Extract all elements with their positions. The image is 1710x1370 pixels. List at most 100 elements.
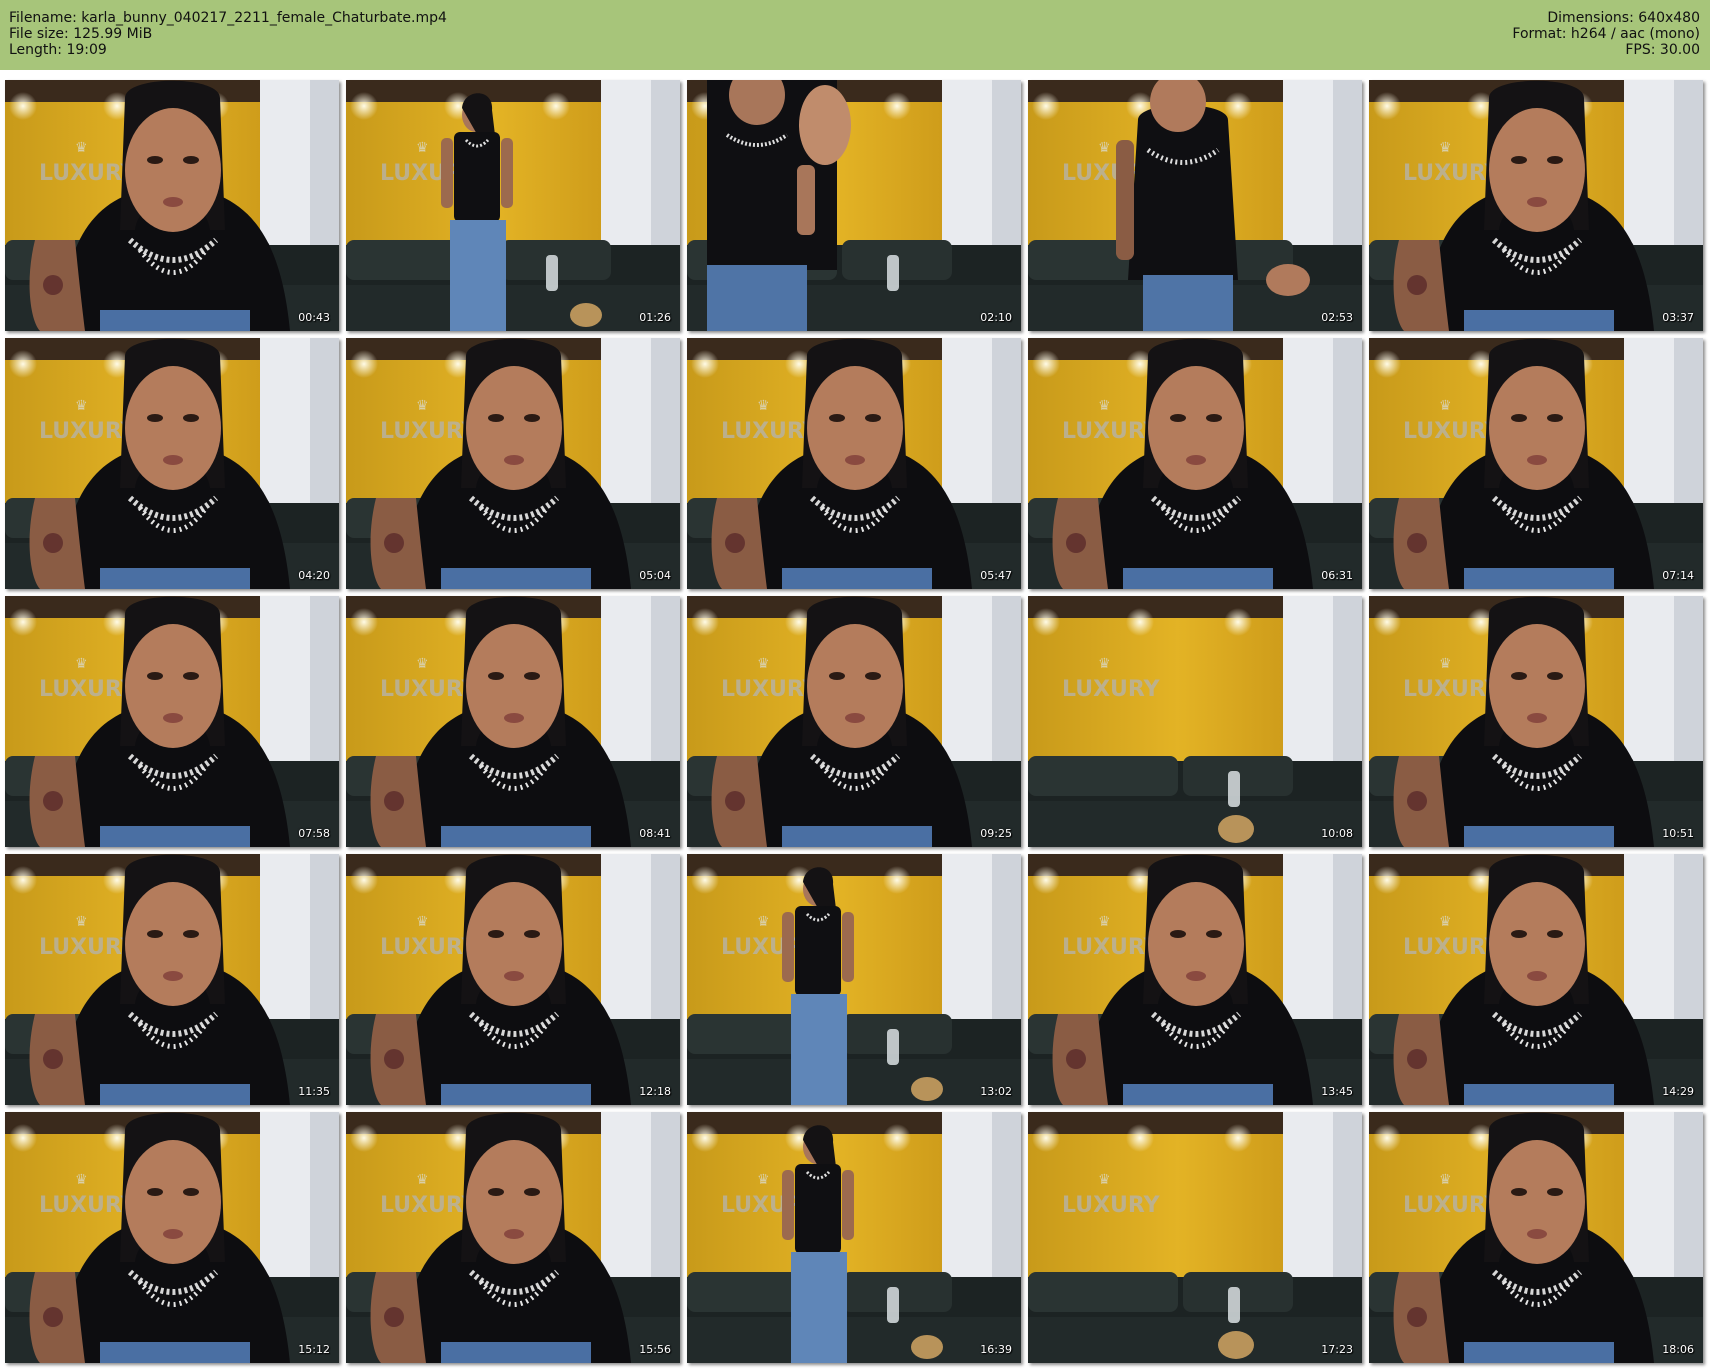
video-frame-image: LUXURY♛: [1028, 80, 1362, 331]
svg-text:♛: ♛: [416, 1172, 429, 1188]
timestamp-label: 02:10: [980, 311, 1012, 324]
timestamp-label: 17:23: [1321, 1343, 1353, 1356]
timestamp-label: 04:20: [298, 569, 330, 582]
video-frame-image: LUXURY♛: [346, 338, 680, 589]
video-thumbnail: LUXURY ♛ 13:45: [1028, 854, 1362, 1105]
video-thumbnail: LUXURY ♛ 14:29: [1369, 854, 1703, 1105]
timestamp-label: 01:26: [639, 311, 671, 324]
svg-text:♛: ♛: [1439, 914, 1452, 930]
video-frame-image: LUXURY♛: [1028, 854, 1362, 1105]
info-header: Filename: karla_bunny_040217_2211_female…: [0, 0, 1710, 70]
video-thumbnail: LUXURY ♛ 10:51: [1369, 596, 1703, 847]
video-frame-image: LUXURY♛: [1369, 80, 1703, 331]
video-thumbnail: LUXURY ♛ 08:41: [346, 596, 680, 847]
timestamp-label: 02:53: [1321, 311, 1353, 324]
svg-text:♛: ♛: [1098, 140, 1111, 156]
video-thumbnail: LUXURY ♛ 05:47: [687, 338, 1021, 589]
length-label: Length: 19:09: [9, 42, 107, 58]
svg-text:♛: ♛: [1098, 656, 1111, 672]
video-frame-image: LUXURY♛: [5, 1112, 339, 1363]
svg-text:♛: ♛: [757, 656, 770, 672]
timestamp-label: 16:39: [980, 1343, 1012, 1356]
video-frame-image: LUXURY♛: [687, 854, 1021, 1105]
timestamp-label: 00:43: [298, 311, 330, 324]
video-frame-image: LUXURY♛: [346, 596, 680, 847]
video-frame-image: LUXURY♛: [5, 338, 339, 589]
video-frame-image: LUXURY♛: [346, 80, 680, 331]
timestamp-label: 05:47: [980, 569, 1012, 582]
video-thumbnail: LUXURY ♛ 03:37: [1369, 80, 1703, 331]
video-frame-image: LUXURY♛: [687, 338, 1021, 589]
timestamp-label: 09:25: [980, 827, 1012, 840]
video-thumbnail: LUXURY ♛ 05:04: [346, 338, 680, 589]
timestamp-label: 03:37: [1662, 311, 1694, 324]
svg-text:LUXURY: LUXURY: [1062, 677, 1161, 702]
timestamp-label: 07:14: [1662, 569, 1694, 582]
svg-text:♛: ♛: [1098, 914, 1111, 930]
dimensions-label: Dimensions: 640x480: [1547, 10, 1700, 26]
video-thumbnail: LUXURY ♛ 10:08: [1028, 596, 1362, 847]
svg-text:♛: ♛: [75, 1172, 88, 1188]
video-frame-image: LUXURY♛: [5, 854, 339, 1105]
timestamp-label: 12:18: [639, 1085, 671, 1098]
svg-text:♛: ♛: [75, 656, 88, 672]
thumbnail-grid: LUXURY♛00:43LUXURY♛01:26LUXURY♛02:10LUXU…: [0, 70, 1710, 1370]
file-info: Filename: karla_bunny_040217_2211_female…: [9, 10, 447, 58]
video-frame-image: LUXURY♛: [5, 596, 339, 847]
svg-text:♛: ♛: [757, 1172, 770, 1188]
svg-text:♛: ♛: [75, 398, 88, 414]
filename-label: Filename: karla_bunny_040217_2211_female…: [9, 10, 447, 26]
svg-text:♛: ♛: [416, 656, 429, 672]
timestamp-label: 15:12: [298, 1343, 330, 1356]
video-frame-image: LUXURY♛: [687, 596, 1021, 847]
filesize-label: File size: 125.99 MiB: [9, 26, 153, 42]
video-thumbnail: LUXURY ♛ 06:31: [1028, 338, 1362, 589]
video-thumbnail: LUXURY ♛ 07:58: [5, 596, 339, 847]
video-thumbnail: LUXURY ♛ 09:25: [687, 596, 1021, 847]
svg-text:♛: ♛: [75, 140, 88, 156]
svg-text:LUXURY: LUXURY: [1062, 1193, 1161, 1218]
video-frame-image: LUXURY ♛: [1028, 596, 1362, 847]
video-frame-image: LUXURY♛: [5, 80, 339, 331]
svg-text:♛: ♛: [1098, 398, 1111, 414]
video-frame-image: LUXURY♛: [687, 1112, 1021, 1363]
timestamp-label: 08:41: [639, 827, 671, 840]
video-frame-image: LUXURY♛: [1369, 596, 1703, 847]
video-frame-image: LUXURY♛: [1028, 338, 1362, 589]
timestamp-label: 13:02: [980, 1085, 1012, 1098]
video-thumbnail: LUXURY ♛ 15:12: [5, 1112, 339, 1363]
video-frame-image: LUXURY ♛: [1028, 1112, 1362, 1363]
format-label: Format: h264 / aac (mono): [1512, 26, 1700, 42]
video-thumbnail: LUXURY♛02:10: [687, 80, 1021, 331]
timestamp-label: 05:04: [639, 569, 671, 582]
video-thumbnail: LUXURY ♛ 02:53: [1028, 80, 1362, 331]
timestamp-label: 06:31: [1321, 569, 1353, 582]
video-thumbnail: LUXURY ♛ 12:18: [346, 854, 680, 1105]
timestamp-label: 10:51: [1662, 827, 1694, 840]
timestamp-label: 11:35: [298, 1085, 330, 1098]
svg-text:♛: ♛: [416, 914, 429, 930]
timestamp-label: 10:08: [1321, 827, 1353, 840]
svg-text:♛: ♛: [1439, 1172, 1452, 1188]
video-frame-image: LUXURY♛: [346, 1112, 680, 1363]
svg-text:♛: ♛: [416, 140, 429, 156]
svg-text:♛: ♛: [1439, 398, 1452, 414]
video-thumbnail: LUXURY ♛ 17:23: [1028, 1112, 1362, 1363]
timestamp-label: 14:29: [1662, 1085, 1694, 1098]
video-thumbnail: LUXURY ♛ 07:14: [1369, 338, 1703, 589]
svg-text:♛: ♛: [1439, 656, 1452, 672]
video-thumbnail: LUXURY ♛ 11:35: [5, 854, 339, 1105]
video-thumbnail: LUXURY ♛ 16:39: [687, 1112, 1021, 1363]
video-thumbnail: LUXURY ♛ 01:26: [346, 80, 680, 331]
svg-text:♛: ♛: [75, 914, 88, 930]
timestamp-label: 13:45: [1321, 1085, 1353, 1098]
video-frame-image: LUXURY♛: [1369, 1112, 1703, 1363]
video-frame-image: LUXURY♛: [346, 854, 680, 1105]
fps-label: FPS: 30.00: [1625, 42, 1700, 58]
video-frame-image: LUXURY♛: [1369, 854, 1703, 1105]
svg-text:♛: ♛: [1098, 1172, 1111, 1188]
timestamp-label: 15:56: [639, 1343, 671, 1356]
video-thumbnail: LUXURY ♛ 00:43: [5, 80, 339, 331]
video-thumbnail: LUXURY ♛ 18:06: [1369, 1112, 1703, 1363]
timestamp-label: 18:06: [1662, 1343, 1694, 1356]
